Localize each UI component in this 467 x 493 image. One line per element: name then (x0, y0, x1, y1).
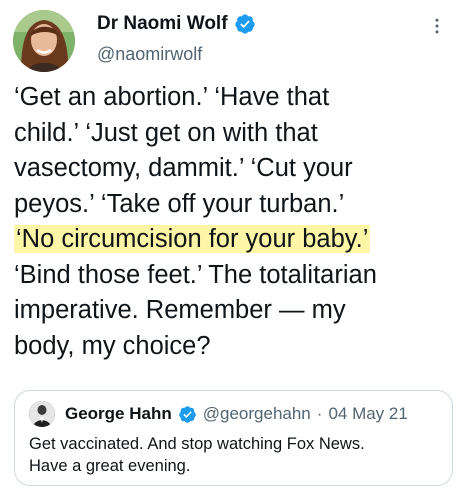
tweet-text-line-highlighted: ‘No circumcision for your baby.’ (14, 222, 459, 258)
author-avatar[interactable] (13, 10, 75, 72)
tweet-text-line: child.’ ‘Just get on with that (14, 118, 318, 147)
tweet-text-line: ‘Get an abortion.’ ‘Have that (14, 83, 330, 111)
quoted-tweet-text: Get vaccinated. And stop watching Fox Ne… (29, 433, 439, 477)
tweet-text-line: vasectomy, dammit.’ ‘Cut your (14, 154, 353, 182)
tweet-text-line: peyos.’ ‘Take off your turban.’ (14, 189, 345, 218)
text-highlight: ‘No circumcision for your baby.’ (14, 225, 371, 253)
tweet-text-line: ‘Bind those feet.’ The totalitarian (14, 260, 377, 289)
quoted-tweet-card[interactable]: George Hahn @georgehahn · 04 May 21 Get … (14, 390, 453, 486)
tweet-text: ‘Get an abortion.’ ‘Have that child.’ ‘J… (14, 80, 459, 364)
quoted-author-name: George Hahn (65, 404, 172, 423)
profile-photo-icon (13, 10, 75, 72)
quoted-author-handle: @georgehahn (202, 404, 311, 423)
more-options-button[interactable] (425, 14, 449, 38)
verified-badge-icon (234, 13, 256, 35)
author-display-name[interactable]: Dr Naomi Wolf (97, 13, 228, 35)
profile-photo-icon (29, 401, 55, 427)
quoted-author-avatar (29, 401, 55, 427)
tweet-text-line: body, my choice? (14, 331, 211, 360)
more-options-icon (435, 18, 439, 34)
tweet: Dr Naomi Wolf @naomirwolf ‘Get an aborti… (0, 0, 467, 493)
verified-badge-icon (178, 405, 197, 424)
author-handle[interactable]: @naomirwolf (97, 44, 202, 65)
quoted-tweet-text-line: Have a great evening. (29, 457, 191, 475)
quoted-tweet-date: 04 May 21 (328, 404, 408, 423)
separator-dot: · (316, 404, 323, 423)
author-name-row: Dr Naomi Wolf (97, 13, 256, 35)
quoted-tweet-text-line: Get vaccinated. And stop watching Fox Ne… (29, 435, 365, 453)
tweet-text-line: imperative. Remember — my (14, 296, 346, 324)
quoted-tweet-header: George Hahn @georgehahn · 04 May 21 (29, 401, 408, 427)
